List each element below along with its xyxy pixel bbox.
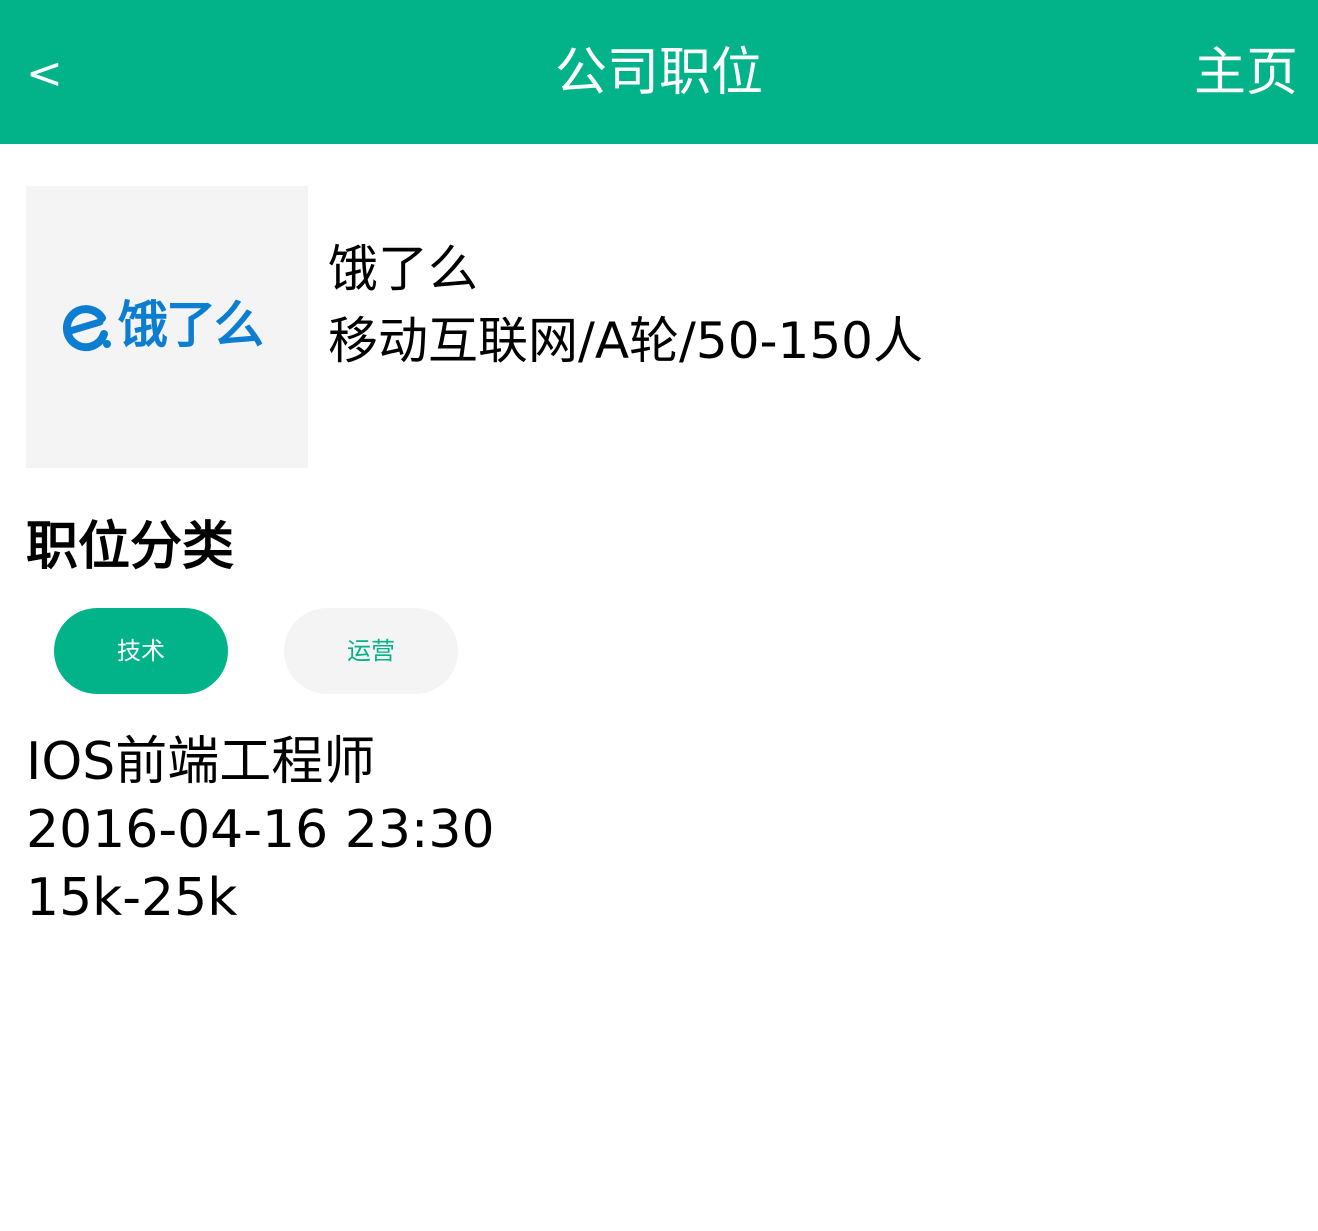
job-date: 2016-04-16 23:30 (26, 800, 495, 860)
job-list-item[interactable]: IOS前端工程师 2016-04-16 23:30 15k-25k (26, 728, 726, 932)
company-logo: 饿了么 (26, 186, 308, 468)
category-chip-operations[interactable]: 运营 (284, 608, 458, 694)
job-title: IOS前端工程师 (26, 732, 376, 792)
job-salary: 15k-25k (26, 868, 238, 928)
category-section-title: 职位分类 (26, 517, 235, 577)
company-meta: 移动互联网/A轮/50-150人 (328, 312, 923, 370)
eleme-e-icon (62, 305, 111, 352)
company-name: 饿了么 (328, 240, 478, 298)
category-chip-tech[interactable]: 技术 (54, 608, 228, 694)
back-button[interactable]: < (26, 46, 66, 102)
top-bar: < 公司职位 主页 (0, 0, 1318, 144)
page-title: 公司职位 (554, 43, 763, 103)
home-link[interactable]: 主页 (1194, 40, 1298, 106)
company-card[interactable]: 饿了么 饿了么 移动互联网/A轮/50-150人 (26, 186, 1296, 468)
logo-wordmark: 饿了么 (118, 296, 264, 354)
